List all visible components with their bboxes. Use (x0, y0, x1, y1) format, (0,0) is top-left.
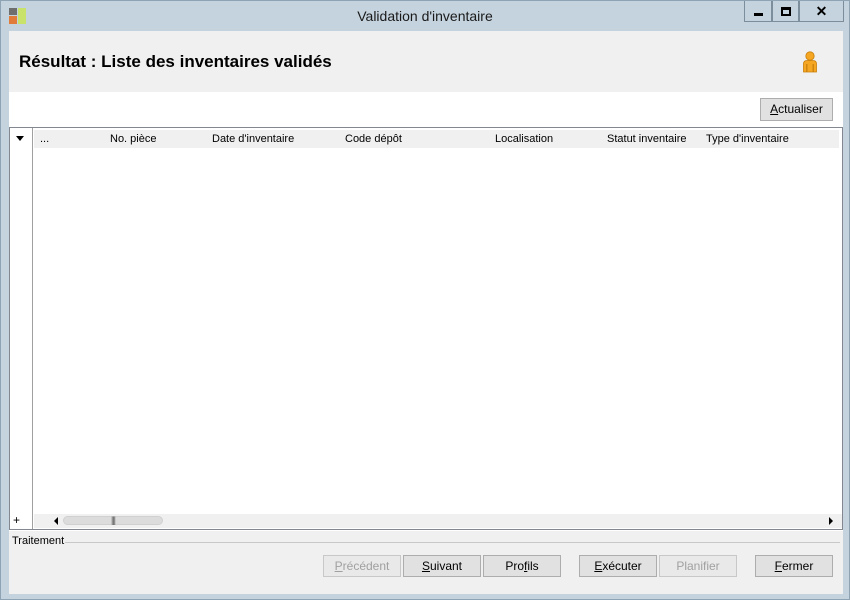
horizontal-scrollbar[interactable]: ||| (34, 514, 842, 528)
maximize-icon (780, 6, 791, 16)
minimize-icon (753, 12, 763, 16)
next-button[interactable]: Suivant (403, 555, 481, 577)
section-divider (65, 542, 840, 543)
refresh-accel: A (770, 102, 779, 116)
user-icon[interactable] (801, 51, 819, 73)
schedule-button[interactable]: Planifier (659, 555, 737, 577)
scroll-thumb[interactable]: ||| (63, 515, 163, 525)
execute-button[interactable]: Exécuter (579, 555, 657, 577)
add-row-button[interactable]: + (13, 513, 20, 527)
column-header-depot-code[interactable]: Code dépôt (345, 133, 402, 145)
close-window-button[interactable]: ✕ (799, 1, 844, 22)
section-label: Traitement (12, 535, 65, 547)
window-title: Validation d'inventaire (357, 8, 493, 24)
column-header-location[interactable]: Localisation (495, 133, 553, 145)
client-area: Résultat : Liste des inventaires validés… (9, 31, 843, 594)
column-header-inventory-status[interactable]: Statut inventaire (607, 133, 687, 145)
refresh-label: ctualiser (778, 102, 823, 116)
grid-row-header: + (10, 128, 33, 529)
profiles-button[interactable]: Profils (483, 555, 561, 577)
grid-header: ... No. pièce Date d'inventaire Code dép… (34, 130, 839, 148)
app-window: Validation d'inventaire ✕ Résultat : Lis… (0, 0, 850, 600)
title-bar[interactable]: Validation d'inventaire ✕ (1, 1, 849, 31)
scroll-left-icon[interactable] (54, 517, 58, 525)
column-header-more[interactable]: ... (40, 133, 49, 145)
inventory-grid[interactable]: + ... No. pièce Date d'inventaire Code d… (9, 127, 843, 530)
footer-panel: Traitement Précédent Suivant Profils Exé… (9, 531, 843, 594)
refresh-button[interactable]: Actualiser (760, 98, 833, 121)
close-icon: ✕ (815, 3, 828, 19)
previous-button[interactable]: Précédent (323, 555, 401, 577)
minimize-button[interactable] (744, 1, 772, 22)
header-band: Résultat : Liste des inventaires validés (9, 31, 843, 92)
column-header-piece-number[interactable]: No. pièce (110, 133, 156, 145)
chevron-down-icon[interactable] (16, 136, 24, 141)
column-header-inventory-date[interactable]: Date d'inventaire (212, 133, 294, 145)
scroll-right-icon[interactable] (829, 517, 833, 525)
column-header-inventory-type[interactable]: Type d'inventaire (706, 133, 789, 145)
close-button[interactable]: Fermer (755, 555, 833, 577)
maximize-button[interactable] (772, 1, 799, 22)
page-title: Résultat : Liste des inventaires validés (19, 52, 332, 71)
scroll-grip-icon: ||| (111, 515, 116, 525)
